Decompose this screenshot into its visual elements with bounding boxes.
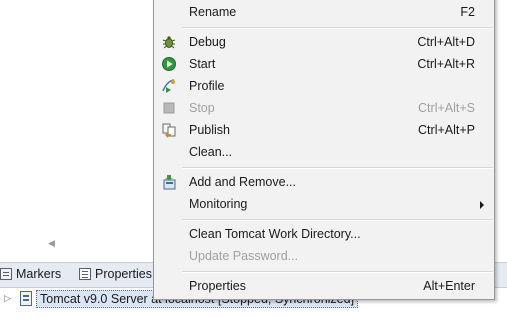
menu-item-debug[interactable]: Debug Ctrl+Alt+D — [154, 31, 494, 53]
menu-item-shortcut: Alt+Enter — [423, 279, 475, 293]
add-remove-icon — [163, 175, 176, 190]
menu-item-shortcut: Ctrl+Alt+D — [417, 35, 475, 49]
tab-properties-label: Properties — [95, 267, 152, 281]
menu-item-label: Clean... — [189, 145, 233, 159]
expand-arrow-icon[interactable]: ▷ — [4, 293, 11, 304]
menu-item-shortcut: Ctrl+Alt+P — [418, 123, 475, 137]
menu-separator — [182, 219, 493, 221]
menu-separator — [182, 167, 493, 169]
menu-item-profile[interactable]: Profile — [154, 75, 494, 97]
menu-item-label: Properties — [189, 279, 246, 293]
properties-icon — [79, 268, 91, 280]
menu-item-add-remove[interactable]: Add and Remove... — [154, 171, 494, 193]
menu-separator — [182, 27, 493, 29]
menu-item-clean[interactable]: Clean... — [154, 141, 494, 163]
menu-item-stop[interactable]: Stop Ctrl+Alt+S — [154, 97, 494, 119]
menu-item-start[interactable]: Start Ctrl+Alt+R — [154, 53, 494, 75]
menu-item-update-password[interactable]: Update Password... — [154, 245, 494, 267]
scroll-left-arrow-icon[interactable]: ◀ — [48, 238, 55, 249]
menu-item-label: Update Password... — [189, 249, 299, 263]
menu-item-label: Add and Remove... — [189, 175, 297, 189]
start-run-icon — [162, 57, 176, 71]
menu-item-label: Stop — [189, 101, 215, 115]
menu-separator — [182, 271, 493, 273]
menu-item-label: Debug — [189, 35, 226, 49]
menu-item-shortcut: Ctrl+Alt+R — [417, 57, 475, 71]
context-menu: Rename F2 Debug Ctrl+Alt+D Start Ctrl+Al… — [153, 0, 495, 300]
stop-icon — [163, 102, 175, 114]
server-icon — [20, 291, 32, 306]
menu-item-rename[interactable]: Rename F2 — [154, 1, 494, 23]
menu-item-label: Rename — [189, 5, 237, 19]
tab-properties[interactable]: Properties — [79, 267, 152, 281]
menu-item-properties[interactable]: Properties Alt+Enter — [154, 275, 494, 297]
menu-item-label: Profile — [189, 79, 225, 93]
menu-item-label: Monitoring — [189, 197, 248, 211]
menu-item-publish[interactable]: Publish Ctrl+Alt+P — [154, 119, 494, 141]
menu-item-shortcut: F2 — [460, 5, 475, 19]
menu-item-monitoring[interactable]: Monitoring — [154, 193, 494, 215]
menu-item-label: Publish — [189, 123, 230, 137]
menu-item-label: Start — [189, 57, 216, 71]
tab-markers-label: Markers — [16, 267, 62, 281]
debug-bug-icon — [162, 36, 176, 49]
tab-markers[interactable]: Markers — [0, 267, 61, 281]
menu-item-label: Clean Tomcat Work Directory... — [189, 227, 361, 241]
submenu-arrow-icon — [480, 201, 484, 209]
publish-icon — [162, 123, 176, 138]
menu-item-clean-tomcat-work-directory[interactable]: Clean Tomcat Work Directory... — [154, 223, 494, 245]
profile-icon — [162, 79, 175, 93]
menu-item-shortcut: Ctrl+Alt+S — [418, 101, 475, 115]
markers-icon — [0, 268, 12, 280]
